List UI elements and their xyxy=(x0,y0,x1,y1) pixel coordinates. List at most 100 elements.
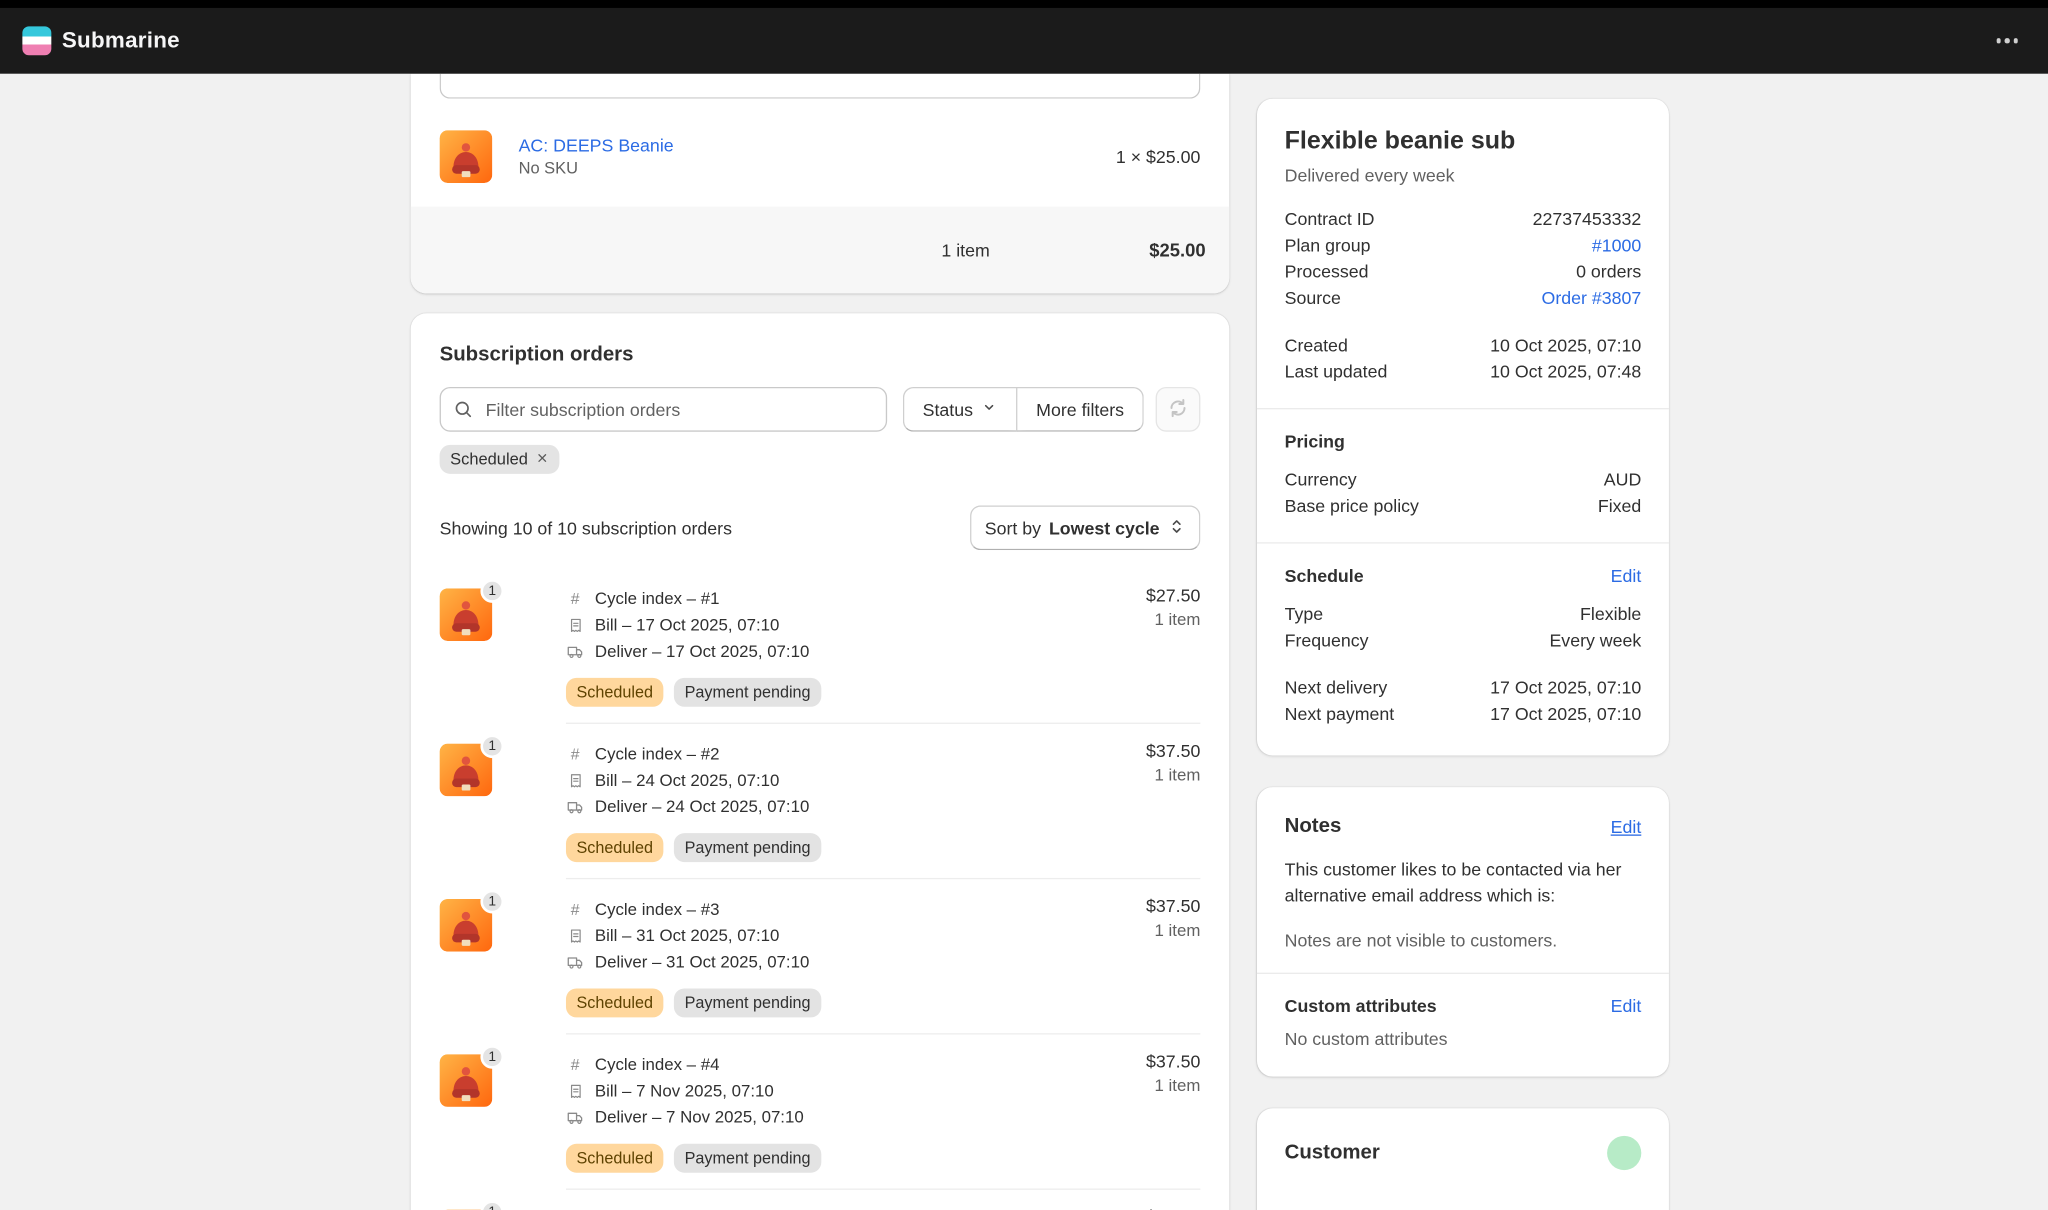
close-icon[interactable] xyxy=(536,450,549,468)
quantity-badge: 1 xyxy=(480,1200,504,1210)
cycle-index: Cycle index – #1 xyxy=(595,586,720,612)
app-name: Submarine xyxy=(62,28,180,54)
cycle-index: Cycle index – #4 xyxy=(595,1052,720,1078)
updown-chevrons-icon xyxy=(1167,517,1185,539)
detail-value: 22737453332 xyxy=(1533,207,1642,233)
order-thumbnail: 1 xyxy=(440,744,493,797)
last-updated-row: Last updated 10 Oct 2025, 07:48 xyxy=(1285,359,1642,385)
detail-value: 10 Oct 2025, 07:48 xyxy=(1490,359,1641,385)
more-filters-button[interactable]: More filters xyxy=(1016,387,1143,432)
divider xyxy=(1257,542,1669,543)
payment-badge: Payment pending xyxy=(674,988,821,1017)
detail-row-processed: Processed 0 orders xyxy=(1285,259,1642,285)
filter-chip-label: Scheduled xyxy=(450,450,528,468)
source-order-link[interactable]: Order #3807 xyxy=(1542,286,1642,312)
orders-card-title: Subscription orders xyxy=(440,342,1201,368)
truck-icon xyxy=(566,798,584,816)
base-price-policy-row: Base price policy Fixed xyxy=(1285,494,1642,520)
plan-group-link[interactable]: #1000 xyxy=(1592,233,1641,259)
truck-icon xyxy=(566,1108,584,1126)
schedule-edit-link[interactable]: Edit xyxy=(1611,566,1642,586)
status-button-label: Status xyxy=(923,399,973,419)
sort-by-label: Sort by xyxy=(985,518,1041,538)
status-filter-button[interactable]: Status xyxy=(903,387,1018,432)
schedule-heading: Schedule xyxy=(1285,566,1364,586)
order-item-count: 1 item xyxy=(1146,609,1200,629)
order-row-2[interactable]: 1 #Cycle index – #2 Bill – 24 Oct 2025, … xyxy=(440,724,1201,879)
type-row: Type Flexible xyxy=(1285,602,1642,628)
line-items-card: AC: DEEPS Beanie No SKU 1 × $25.00 1 ite… xyxy=(411,74,1230,294)
customer-title: Customer xyxy=(1285,1141,1380,1165)
more-filters-label: More filters xyxy=(1036,399,1124,419)
orders-list-header: Showing 10 of 10 subscription orders Sor… xyxy=(440,505,1201,550)
order-item-count: 1 item xyxy=(1146,765,1200,785)
bill-date: Bill – 7 Nov 2025, 07:10 xyxy=(595,1078,774,1104)
custom-attributes-empty: No custom attributes xyxy=(1285,1029,1642,1049)
payment-badge: Payment pending xyxy=(674,833,821,862)
order-row-5[interactable]: 1 #Cycle index – #5 Bill – 14 Nov 2025, … xyxy=(440,1190,1201,1210)
hash-icon: # xyxy=(566,586,584,612)
payment-badge: Payment pending xyxy=(674,678,821,707)
product-thumbnail xyxy=(440,130,493,183)
deliver-date: Deliver – 17 Oct 2025, 07:10 xyxy=(595,638,809,664)
sort-value: Lowest cycle xyxy=(1049,518,1160,538)
kebab-menu-icon xyxy=(1996,39,2017,43)
line-item-row: AC: DEEPS Beanie No SKU 1 × $25.00 xyxy=(440,130,1201,183)
receipt-icon xyxy=(566,617,584,634)
receipt-icon xyxy=(566,772,584,789)
deliver-date: Deliver – 31 Oct 2025, 07:10 xyxy=(595,949,809,975)
next-delivery-row: Next delivery 17 Oct 2025, 07:10 xyxy=(1285,675,1642,701)
detail-label: Base price policy xyxy=(1285,494,1419,520)
page: Submarine AC: DEEPS xyxy=(0,0,2048,1210)
filter-orders-input[interactable] xyxy=(440,387,887,432)
custom-attributes-edit-link[interactable]: Edit xyxy=(1611,996,1642,1016)
summary-total: $25.00 xyxy=(990,240,1206,261)
clipped-panel xyxy=(440,74,1201,99)
detail-label: Plan group xyxy=(1285,233,1371,259)
detail-label: Contract ID xyxy=(1285,207,1375,233)
notes-card: Notes Edit This customer likes to be con… xyxy=(1257,787,1669,1077)
detail-value: Fixed xyxy=(1598,494,1641,520)
detail-row-contract-id: Contract ID 22737453332 xyxy=(1285,207,1642,233)
detail-value: Flexible xyxy=(1580,602,1641,628)
notes-body: This customer likes to be contacted via … xyxy=(1285,857,1642,910)
order-row-3[interactable]: 1 #Cycle index – #3 Bill – 31 Oct 2025, … xyxy=(440,879,1201,1034)
chevron-down-icon xyxy=(981,399,998,420)
refresh-button[interactable] xyxy=(1156,387,1201,432)
order-price: $27.50 xyxy=(1146,586,1200,606)
order-row-4[interactable]: 1 #Cycle index – #4 Bill – 7 Nov 2025, 0… xyxy=(440,1035,1201,1190)
subscription-orders-card: Subscription orders Status xyxy=(411,313,1230,1210)
detail-value: 0 orders xyxy=(1576,259,1641,285)
frequency-row: Frequency Every week xyxy=(1285,628,1642,654)
orders-list: 1 #Cycle index – #1 Bill – 17 Oct 2025, … xyxy=(411,569,1230,1210)
customer-card: Customer xyxy=(1257,1108,1669,1210)
notes-edit-link[interactable]: Edit xyxy=(1611,817,1642,837)
status-badge: Scheduled xyxy=(566,1144,664,1173)
created-row: Created 10 Oct 2025, 07:10 xyxy=(1285,333,1642,359)
divider xyxy=(1257,408,1669,409)
order-price: $37.50 xyxy=(1146,896,1200,916)
receipt-icon xyxy=(566,927,584,944)
product-title-link[interactable]: AC: DEEPS Beanie xyxy=(519,136,674,156)
status-badge: Scheduled xyxy=(566,833,664,862)
hash-icon: # xyxy=(566,896,584,922)
submarine-logo-icon xyxy=(22,26,51,55)
quantity-price: 1 × $25.00 xyxy=(1116,147,1200,167)
right-column: Flexible beanie sub Delivered every week… xyxy=(1257,99,1669,1210)
sort-button[interactable]: Sort by Lowest cycle xyxy=(970,505,1200,550)
orders-filter-bar: Status More filters xyxy=(440,387,1201,432)
custom-attributes-heading: Custom attributes xyxy=(1285,996,1437,1016)
filter-chip-scheduled[interactable]: Scheduled xyxy=(440,445,560,474)
detail-value: 10 Oct 2025, 07:10 xyxy=(1490,333,1641,359)
deliver-date: Deliver – 24 Oct 2025, 07:10 xyxy=(595,794,809,820)
app-brand[interactable]: Submarine xyxy=(22,26,179,55)
notes-visibility-note: Notes are not visible to customers. xyxy=(1285,931,1642,951)
detail-value: 17 Oct 2025, 07:10 xyxy=(1490,675,1641,701)
order-row-1[interactable]: 1 #Cycle index – #1 Bill – 17 Oct 2025, … xyxy=(440,569,1201,724)
order-item-count: 1 item xyxy=(1146,1075,1200,1095)
search-box xyxy=(440,387,887,432)
summary-item-count: 1 item xyxy=(941,240,989,260)
overflow-menu-button[interactable] xyxy=(1989,31,2026,51)
detail-label: Source xyxy=(1285,286,1341,312)
contract-subtitle: Delivered every week xyxy=(1285,166,1642,186)
